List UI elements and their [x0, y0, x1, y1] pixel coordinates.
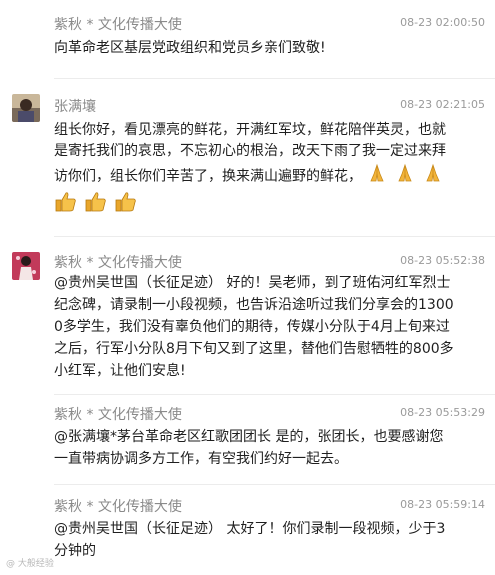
text-line: 访你们，组长你们辛苦了，换来满山遍野的鲜花， [54, 168, 362, 185]
emoji-row [54, 190, 144, 214]
comment-text: 向革命老区基层党政组织和党员乡亲们致敬! [54, 40, 326, 56]
thumbs-up-icon [114, 190, 138, 218]
comment-author[interactable]: 紫秋 * 文化传播大使 [54, 14, 182, 34]
thumbs-up-icon [84, 190, 108, 218]
thumbs-up-icon [54, 190, 78, 218]
text-line: 之后，行军小分队8月下旬又到了这里，替他们告慰牺牲的800多 [54, 341, 454, 357]
comment-time: 08-23 05:59:14 [400, 498, 485, 511]
divider [54, 394, 495, 395]
watermark: @ 大般经验 [6, 559, 54, 569]
comment-author[interactable]: 紫秋 * 文化传播大使 [54, 404, 182, 424]
comment-text: @张满壤*茅台革命老区红歌团团长 是的，张团长，也要感谢您 一直带病协调多方工作… [54, 426, 484, 470]
comment-time: 08-23 02:00:50 [400, 16, 485, 29]
comment-time: 08-23 02:21:05 [400, 98, 485, 111]
praying-hands-icon [366, 162, 388, 191]
text-line: 分钟的 [54, 543, 96, 559]
comment-text: @贵州吴世国（长征足迹） 太好了！你们录制一段视频，少于3 分钟的 [54, 518, 484, 562]
comment-author[interactable]: 紫秋 * 文化传播大使 [54, 496, 182, 516]
text-line: 0多学生，我们没有辜负他们的期待，传媒小分队于4月上旬来过 [54, 319, 450, 335]
text-line: 纪念碑，请录制一小段视频，也告诉沿途听过我们分享会的1300 [54, 297, 454, 313]
text-line: 是寄托我们的哀思，不忘初心的根治，改天下雨了我一定过来拜 [54, 143, 446, 159]
comment-text: @贵州吴世国（长征足迹） 好的！吴老师，到了班佑河红军烈士 纪念碑，请录制一小段… [54, 272, 484, 382]
avatar[interactable] [12, 94, 40, 122]
comment-4: 紫秋 * 文化传播大使 08-23 05:53:29 @张满壤*茅台革命老区红歌… [0, 402, 495, 482]
divider [54, 78, 495, 79]
praying-hands-icon [394, 162, 416, 191]
comment-text: 组长你好，看见漂亮的鲜花，开满红军坟，鲜花陪伴英灵，也就 是寄托我们的哀思，不忘… [54, 120, 484, 191]
comment-author[interactable]: 紫秋 * 文化传播大使 [54, 252, 182, 272]
text-line: 一直带病协调多方工作，有空我们约好一起去。 [54, 451, 348, 467]
comment-5: 紫秋 * 文化传播大使 08-23 05:59:14 @贵州吴世国（长征足迹） … [0, 492, 495, 572]
comment-3: 紫秋 * 文化传播大使 08-23 05:52:38 @贵州吴世国（长征足迹） … [0, 244, 495, 394]
text-line: @贵州吴世国（长征足迹） 好的！吴老师，到了班佑河红军烈士 [54, 275, 451, 291]
divider [54, 484, 495, 485]
text-line: 小红军，让他们安息! [54, 363, 186, 379]
comment-author[interactable]: 张满壤 [54, 96, 96, 116]
text-line-with-emoji: 访你们，组长你们辛苦了，换来满山遍野的鲜花， [54, 162, 484, 191]
avatar[interactable] [12, 252, 40, 280]
comment-time: 08-23 05:52:38 [400, 254, 485, 267]
text-line: @贵州吴世国（长征足迹） 太好了！你们录制一段视频，少于3 [54, 521, 446, 537]
comment-2: 张满壤 08-23 02:21:05 组长你好，看见漂亮的鲜花，开满红军坟，鲜花… [0, 86, 495, 226]
text-line: @张满壤*茅台革命老区红歌团团长 是的，张团长，也要感谢您 [54, 429, 444, 445]
comment-1: 紫秋 * 文化传播大使 08-23 02:00:50 向革命老区基层党政组织和党… [0, 0, 495, 70]
divider [54, 236, 495, 237]
text-line: 组长你好，看见漂亮的鲜花，开满红军坟，鲜花陪伴英灵，也就 [54, 122, 446, 138]
praying-hands-icon [422, 162, 444, 191]
comment-time: 08-23 05:53:29 [400, 406, 485, 419]
